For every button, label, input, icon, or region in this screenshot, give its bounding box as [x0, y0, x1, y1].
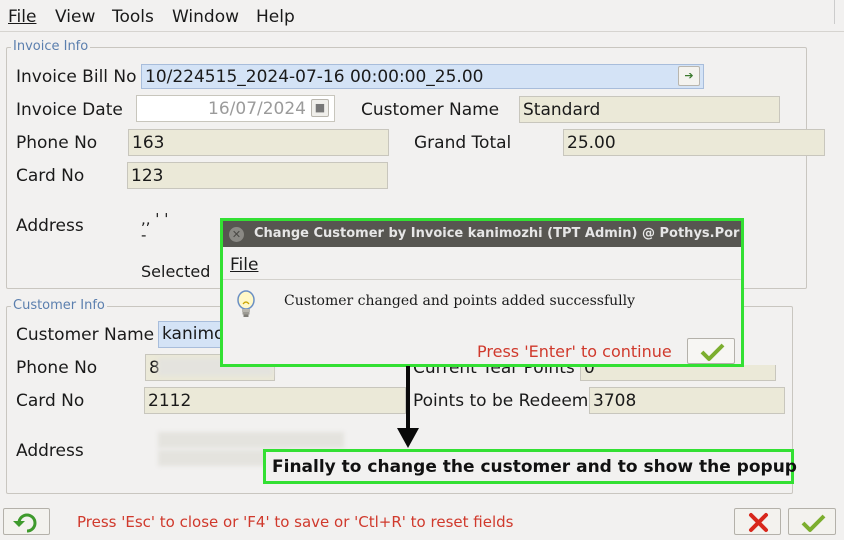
grand-total-field: 25.00 — [563, 129, 825, 156]
checkmark-icon — [801, 514, 826, 532]
menu-bar: File View Tools Window Help — [0, 0, 844, 32]
points-to-redeem-label: Points to be Redeem — [413, 391, 589, 411]
cancel-button[interactable] — [734, 508, 781, 535]
phone-no-label: Phone No — [16, 133, 98, 153]
invoice-date-value: 16/07/2024 — [208, 99, 306, 119]
menu-help[interactable]: Help — [256, 7, 295, 27]
menu-view-label: View — [55, 7, 96, 27]
grand-total-label: Grand Total — [414, 133, 512, 153]
customer-info-legend: Customer Info — [11, 298, 107, 313]
phone-no-field: 163 — [128, 129, 389, 156]
redacted-address-line1 — [158, 432, 344, 448]
invoice-date-field[interactable]: 16/07/2024 — [136, 95, 335, 122]
menu-window[interactable]: Window — [172, 7, 239, 27]
menu-window-label: Window — [172, 7, 240, 27]
invoice-date-label: Invoice Date — [16, 100, 123, 120]
menu-view[interactable]: View — [55, 7, 95, 27]
customer-info-name-value: kanimo — [162, 324, 225, 344]
customer-name-label: Customer Name — [361, 100, 500, 120]
customer-info-address-label: Address — [16, 441, 84, 461]
menu-tools-label: Tools — [112, 7, 154, 27]
invoice-bill-no-label: Invoice Bill No — [16, 67, 137, 87]
address-label: Address — [16, 216, 84, 236]
card-no-value: 123 — [131, 166, 164, 186]
customer-info-phone-label: Phone No — [16, 358, 98, 378]
customer-info-name-label: Customer Name — [16, 325, 155, 345]
annotation-callout: Finally to change the customer and to sh… — [263, 449, 797, 484]
customer-info-name-field[interactable]: kanimo — [158, 321, 228, 348]
refresh-button[interactable] — [3, 508, 50, 535]
dialog-title: Change Customer by Invoice kanimozhi (TP… — [223, 221, 741, 247]
close-icon — [749, 513, 768, 532]
phone-no-value: 163 — [132, 133, 165, 153]
dialog-close-icon[interactable]: ✕ — [229, 227, 244, 242]
grand-total-value: 25.00 — [567, 133, 616, 153]
footer-hint: Press 'Esc' to close or 'F4' to save or … — [77, 513, 514, 531]
menu-tools[interactable]: Tools — [112, 7, 154, 27]
window-edge — [834, 0, 844, 24]
customer-info-card-field: 2112 — [144, 387, 406, 414]
dialog-menu-file[interactable]: File — [230, 255, 258, 275]
card-no-field: 123 — [127, 162, 388, 189]
points-to-redeem-field: 3708 — [589, 387, 785, 414]
dialog-menu-bar: File — [223, 247, 741, 280]
checkmark-icon — [700, 343, 725, 361]
invoice-bill-no-value: 10/224515_2024-07-16 00:00:00_25.00 — [145, 67, 484, 87]
save-button[interactable] — [788, 508, 836, 535]
customer-name-value: Standard — [523, 100, 601, 120]
customer-info-card-value: 2112 — [148, 391, 192, 411]
change-customer-dialog: Change Customer by Invoice kanimozhi (TP… — [220, 218, 744, 367]
address-line2: - — [141, 226, 147, 244]
arrow-down-icon — [397, 428, 419, 448]
invoice-info-legend: Invoice Info — [11, 39, 91, 54]
points-to-redeem-value: 3708 — [593, 391, 637, 411]
annotation-arrow — [406, 366, 410, 436]
menu-file[interactable]: File — [8, 7, 36, 27]
dialog-hint: Press 'Enter' to continue — [477, 342, 672, 361]
dialog-message: Customer changed and points added succes… — [284, 293, 636, 309]
menu-file-label: File — [8, 7, 37, 27]
lightbulb-icon — [237, 290, 255, 317]
invoice-bill-no-combo[interactable]: 10/224515_2024-07-16 00:00:00_25.00 — [141, 64, 704, 89]
calendar-icon[interactable]: ■ — [311, 99, 329, 117]
customer-name-field: Standard — [519, 96, 780, 123]
refresh-icon[interactable]: ➔ — [678, 66, 700, 86]
refresh-arrow-icon — [13, 513, 37, 533]
card-no-label: Card No — [16, 166, 85, 186]
dialog-ok-button[interactable] — [687, 338, 735, 364]
selected-label: Selected — [141, 262, 211, 281]
menu-help-label: Help — [256, 7, 295, 27]
customer-info-card-label: Card No — [16, 391, 85, 411]
